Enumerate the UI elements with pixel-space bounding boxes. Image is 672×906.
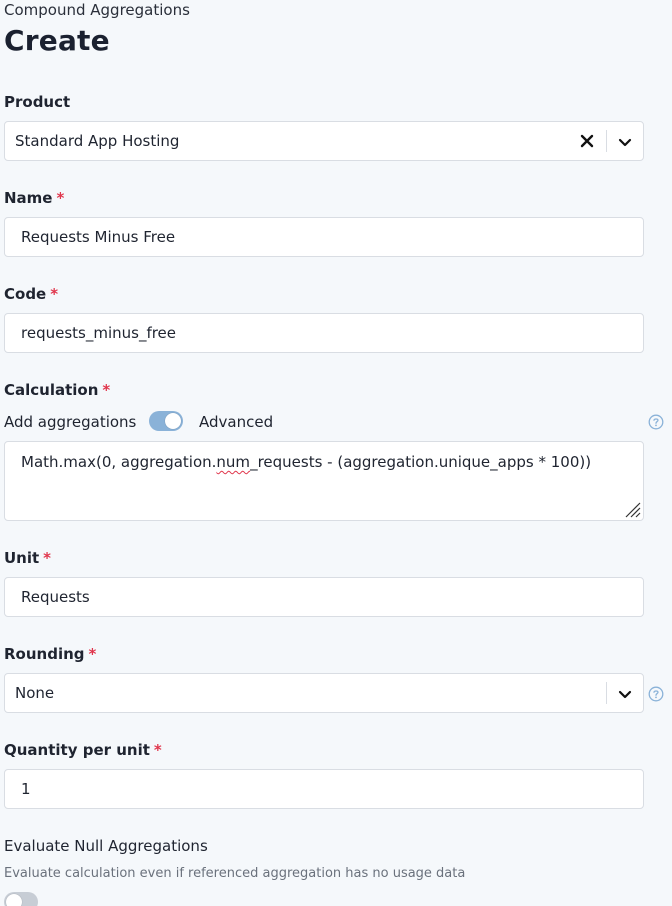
required-marker: *	[50, 285, 59, 303]
add-aggregations-label: Add aggregations	[4, 413, 137, 431]
required-marker: *	[43, 549, 52, 567]
product-select-value: Standard App Hosting	[15, 132, 180, 150]
code-input-value: requests_minus_free	[21, 324, 177, 342]
calculation-label-text: Calculation	[4, 381, 99, 399]
required-marker: *	[153, 741, 162, 759]
required-marker: *	[56, 189, 65, 207]
unit-input-value: Requests	[21, 588, 90, 606]
calculation-expression: Math.max(0, aggregation.num_requests - (…	[21, 452, 591, 472]
resize-handle-icon[interactable]	[623, 500, 641, 518]
unit-label: Unit *	[4, 548, 51, 568]
advanced-mode-toggle[interactable]	[149, 411, 183, 431]
toggle-knob	[6, 894, 22, 906]
quantity-per-unit-label: Quantity per unit *	[4, 740, 162, 760]
required-marker: *	[102, 381, 111, 399]
name-input-value: Requests Minus Free	[21, 228, 176, 246]
select-divider	[606, 130, 607, 152]
unit-label-text: Unit	[4, 549, 40, 567]
quantity-per-unit-input[interactable]: 1	[4, 769, 644, 809]
chevron-down-icon[interactable]	[615, 132, 635, 152]
help-circle-icon[interactable]	[648, 414, 664, 430]
rounding-label-text: Rounding	[4, 645, 85, 663]
page-title: Create	[4, 24, 110, 57]
breadcrumb[interactable]: Compound Aggregations	[4, 0, 190, 20]
evaluate-null-toggle[interactable]	[4, 892, 38, 906]
help-circle-icon[interactable]	[648, 686, 664, 702]
evaluate-null-label: Evaluate Null Aggregations	[4, 837, 208, 855]
required-marker: *	[88, 645, 97, 663]
advanced-label: Advanced	[199, 413, 274, 431]
toggle-knob	[165, 413, 181, 429]
spellcheck-flagged-word: num	[216, 453, 251, 471]
name-label: Name *	[4, 188, 64, 208]
unit-input[interactable]: Requests	[4, 577, 644, 617]
close-icon[interactable]	[577, 130, 597, 152]
product-label: Product	[4, 92, 70, 112]
expression-prefix: Math.max(0, aggregation.	[21, 453, 217, 471]
chevron-down-icon[interactable]	[615, 684, 635, 704]
name-label-text: Name	[4, 189, 53, 207]
product-label-text: Product	[4, 93, 71, 111]
rounding-select-value: None	[15, 684, 55, 702]
code-input[interactable]: requests_minus_free	[4, 313, 644, 353]
rounding-select[interactable]: None	[4, 673, 644, 713]
calculation-label: Calculation *	[4, 380, 110, 400]
name-input[interactable]: Requests Minus Free	[4, 217, 644, 257]
expression-suffix: _requests - (aggregation.unique_apps * 1…	[250, 453, 592, 471]
calculation-textarea[interactable]: Math.max(0, aggregation.num_requests - (…	[4, 441, 644, 521]
quantity-per-unit-value: 1	[21, 780, 31, 798]
product-select[interactable]: Standard App Hosting	[4, 121, 644, 161]
quantity-per-unit-label-text: Quantity per unit	[4, 741, 150, 759]
evaluate-null-hint: Evaluate calculation even if referenced …	[4, 866, 466, 881]
code-label-text: Code	[4, 285, 47, 303]
code-label: Code *	[4, 284, 58, 304]
select-divider	[606, 682, 607, 704]
rounding-label: Rounding *	[4, 644, 96, 664]
